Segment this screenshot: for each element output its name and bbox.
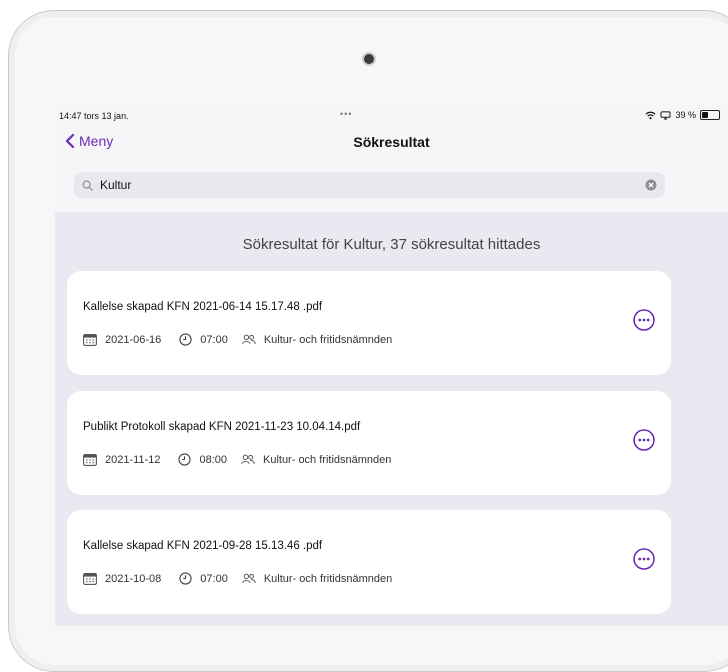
battery-percent: 39 % — [675, 110, 696, 120]
more-icon[interactable] — [633, 429, 655, 451]
results-heading: Sökresultat för Kultur, 37 sökresultat h… — [242, 236, 541, 253]
battery-icon — [700, 110, 720, 120]
more-icon[interactable] — [633, 309, 655, 331]
result-committee: Kultur- och fritidsnämnden — [263, 572, 393, 585]
result-meta: 2021-10-08 07:00 Kultur- och fritidsnämn… — [83, 572, 392, 585]
result-time: 08:00 — [199, 453, 227, 466]
multitask-dots[interactable]: ••• — [340, 109, 352, 119]
calendar-icon — [83, 572, 97, 585]
result-meta: 2021-11-12 08:00 Kultur- och fritidsnämn… — [83, 453, 391, 466]
people-icon — [242, 573, 256, 584]
result-title: Kallelse skapad KFN 2021-09-28 15.13.46 … — [83, 540, 323, 552]
screen: 14:47 tors 13 jan. ••• 39 % Meny Sökresu… — [55, 108, 728, 626]
result-date: 2021-10-08 — [105, 572, 162, 585]
people-icon — [241, 454, 255, 465]
clock-icon — [178, 453, 192, 466]
result-date: 2021-06-16 — [105, 333, 162, 346]
search-input[interactable] — [98, 177, 622, 193]
status-bar: 14:47 tors 13 jan. ••• 39 % — [55, 108, 728, 124]
result-title: Publikt Protokoll skapad KFN 2021-11-23 … — [83, 421, 361, 433]
status-date: tors 13 jan. — [84, 111, 129, 121]
more-icon[interactable] — [633, 548, 655, 570]
result-card[interactable]: Publikt Protokoll skapad KFN 2021-11-23 … — [67, 391, 671, 495]
camera-icon — [364, 54, 374, 64]
result-meta: 2021-06-16 07:00 Kultur- och fritidsnämn… — [83, 333, 392, 346]
wifi-icon — [646, 111, 656, 119]
result-card[interactable]: Kallelse skapad KFN 2021-09-28 15.13.46 … — [67, 510, 671, 614]
clock-icon — [179, 572, 192, 585]
clock-icon — [179, 333, 192, 346]
status-time: 14:47 — [59, 111, 82, 121]
battery-fill — [702, 112, 709, 118]
clear-icon[interactable] — [645, 179, 657, 191]
result-time: 07:00 — [200, 333, 228, 346]
screen-mirror-icon — [660, 110, 671, 120]
result-card[interactable]: Kallelse skapad KFN 2021-06-14 15.17.48 … — [67, 271, 671, 375]
navigation-bar: Meny Sökresultat — [55, 124, 728, 158]
search-bar[interactable] — [74, 172, 665, 198]
calendar-icon — [83, 453, 97, 466]
result-committee: Kultur- och fritidsnämnden — [262, 453, 392, 466]
people-icon — [242, 334, 256, 345]
result-time: 07:00 — [200, 572, 228, 585]
search-icon — [82, 180, 93, 191]
result-committee: Kultur- och fritidsnämnden — [263, 333, 393, 346]
calendar-icon — [83, 333, 97, 346]
page-title: Sökresultat — [353, 134, 430, 150]
top-bar: 14:47 tors 13 jan. ••• 39 % Meny Sökresu… — [55, 108, 728, 212]
result-date: 2021-11-12 — [105, 453, 161, 466]
result-title: Kallelse skapad KFN 2021-06-14 15.17.48 … — [83, 301, 323, 313]
